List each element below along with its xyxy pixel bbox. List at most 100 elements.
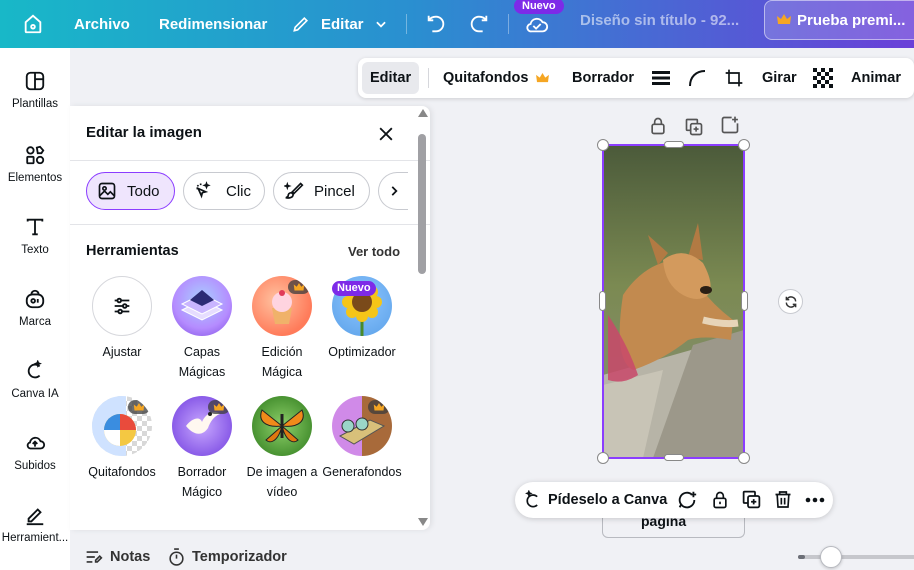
sidebar-item-canva-ia[interactable]: Canva IA xyxy=(0,360,70,400)
magic-eraser-icon xyxy=(172,396,232,456)
trash-icon xyxy=(775,491,791,508)
notes-button[interactable]: Notas xyxy=(84,548,150,566)
undo-icon xyxy=(427,15,445,33)
chip-clic[interactable]: Clic xyxy=(183,172,265,210)
dog-photo xyxy=(603,145,744,458)
floating-action-bar: Pídeselo a Canva xyxy=(515,482,833,518)
chip-scroll-next[interactable] xyxy=(378,172,408,210)
tool-imagen-a-video[interactable]: De imagen a vídeo xyxy=(240,396,324,502)
home-button[interactable] xyxy=(22,0,44,48)
sidebar-item-plantillas[interactable]: Plantillas xyxy=(0,70,70,110)
context-quitafondos-button[interactable]: Quitafondos xyxy=(443,58,550,98)
new-badge: Nuevo xyxy=(514,0,564,14)
comment-add-icon xyxy=(678,491,697,509)
undo-button[interactable] xyxy=(425,0,447,48)
sidebar-item-subidos[interactable]: Subidos xyxy=(0,432,70,472)
close-icon xyxy=(379,127,393,141)
resize-handle[interactable] xyxy=(664,141,684,148)
sidebar-item-label: Subidos xyxy=(14,460,56,472)
transparency-icon xyxy=(813,68,833,88)
tool-borrador-magico[interactable]: Borrador Mágico xyxy=(160,396,244,502)
add-page-icon xyxy=(721,116,739,134)
crown-icon xyxy=(128,400,150,414)
resize-handle[interactable] xyxy=(738,452,750,464)
crown-icon xyxy=(536,72,550,82)
resize-handle[interactable] xyxy=(664,454,684,461)
bg-remover-icon xyxy=(92,396,152,456)
scrollbar-thumb[interactable] xyxy=(418,134,426,274)
resize-handle[interactable] xyxy=(597,139,609,151)
border-style-button[interactable] xyxy=(652,58,670,98)
sidebar-item-elementos[interactable]: Elementos xyxy=(0,144,70,184)
tool-edicion-magica[interactable]: Edición Mágica xyxy=(240,276,324,382)
sidebar-item-marca[interactable]: Marca xyxy=(0,288,70,328)
resize-handle[interactable] xyxy=(599,291,606,311)
context-animar-button[interactable]: Animar xyxy=(851,58,901,98)
canva-ai-icon xyxy=(27,360,42,379)
image-to-video-icon xyxy=(252,396,312,456)
sidebar-item-texto[interactable]: Texto xyxy=(0,216,70,256)
premium-trial-button[interactable]: Prueba premi... xyxy=(764,0,914,40)
ask-canva-button[interactable]: Pídeselo a Canva xyxy=(548,482,667,518)
resize-handle[interactable] xyxy=(738,139,750,151)
panel-scrollbar[interactable] xyxy=(416,106,430,530)
crown-icon xyxy=(288,280,310,294)
left-sidebar: Plantillas Elementos Texto Marca Canva I… xyxy=(0,48,70,570)
resize-handle[interactable] xyxy=(741,291,748,311)
home-icon xyxy=(24,14,42,34)
elements-icon xyxy=(26,145,45,165)
more-dots-icon xyxy=(805,497,825,503)
context-girar-button[interactable]: Girar xyxy=(762,58,797,98)
tool-quitafondos[interactable]: Quitafondos xyxy=(80,396,164,482)
crop-icon xyxy=(725,69,743,87)
crop-button[interactable] xyxy=(724,58,744,98)
close-panel-button[interactable] xyxy=(376,124,396,144)
rotate-handle[interactable] xyxy=(778,289,803,314)
redo-button[interactable] xyxy=(468,0,490,48)
chip-label: Clic xyxy=(226,182,251,200)
chip-pincel[interactable]: Pincel xyxy=(273,172,370,210)
lock-button[interactable] xyxy=(648,116,668,136)
magic-edit-icon xyxy=(252,276,312,336)
context-borrador-button[interactable]: Borrador xyxy=(572,58,634,98)
delete-button[interactable] xyxy=(773,489,793,510)
corner-rounding-button[interactable] xyxy=(688,58,706,98)
duplicate-icon xyxy=(742,490,761,509)
context-editar-button[interactable]: Editar xyxy=(362,62,420,94)
timer-button[interactable]: Temporizador xyxy=(167,547,287,567)
text-icon xyxy=(26,218,44,236)
sidebar-item-herramientas[interactable]: Herramient... xyxy=(0,504,70,544)
zoom-slider-track[interactable] xyxy=(798,555,914,559)
duplicate-page-button[interactable] xyxy=(684,117,704,137)
notes-label: Notas xyxy=(110,549,151,565)
duplicate-icon xyxy=(685,118,703,136)
lock-icon xyxy=(651,117,665,135)
menu-archivo[interactable]: Archivo xyxy=(74,0,130,48)
tool-generafondos[interactable]: Generafondos xyxy=(320,396,404,482)
lock-element-button[interactable] xyxy=(710,489,730,511)
comment-button[interactable] xyxy=(676,489,698,511)
tool-ajustar[interactable]: Ajustar xyxy=(80,276,164,362)
sidebar-item-label: Herramient... xyxy=(1,532,69,544)
chip-todo[interactable]: Todo xyxy=(86,172,175,210)
document-title[interactable]: Diseño sin título - 92... xyxy=(580,0,739,42)
magic-sparkle-button[interactable] xyxy=(523,490,543,510)
tool-label: De imagen a vídeo xyxy=(246,465,318,499)
timer-label: Temporizador xyxy=(192,549,287,565)
divider xyxy=(406,14,407,34)
tool-capas-magicas[interactable]: Capas Mágicas xyxy=(160,276,244,382)
tool-optimizador[interactable]: Nuevo Optimizador xyxy=(320,276,404,362)
menu-redimensionar[interactable]: Redimensionar xyxy=(159,0,267,48)
resize-handle[interactable] xyxy=(597,452,609,464)
duplicate-element-button[interactable] xyxy=(741,489,762,510)
more-options-button[interactable] xyxy=(804,490,826,510)
context-toolbar: Editar Quitafondos Borrador Girar Animar xyxy=(358,58,914,98)
add-page-button[interactable] xyxy=(720,115,740,135)
selected-image[interactable] xyxy=(603,145,744,458)
zoom-slider-thumb[interactable] xyxy=(820,546,843,568)
divider xyxy=(70,160,430,161)
see-all-link[interactable]: Ver todo xyxy=(348,244,400,259)
sliders-icon xyxy=(92,276,152,336)
menu-editar[interactable]: Editar xyxy=(291,0,388,48)
transparency-button[interactable] xyxy=(813,58,833,98)
